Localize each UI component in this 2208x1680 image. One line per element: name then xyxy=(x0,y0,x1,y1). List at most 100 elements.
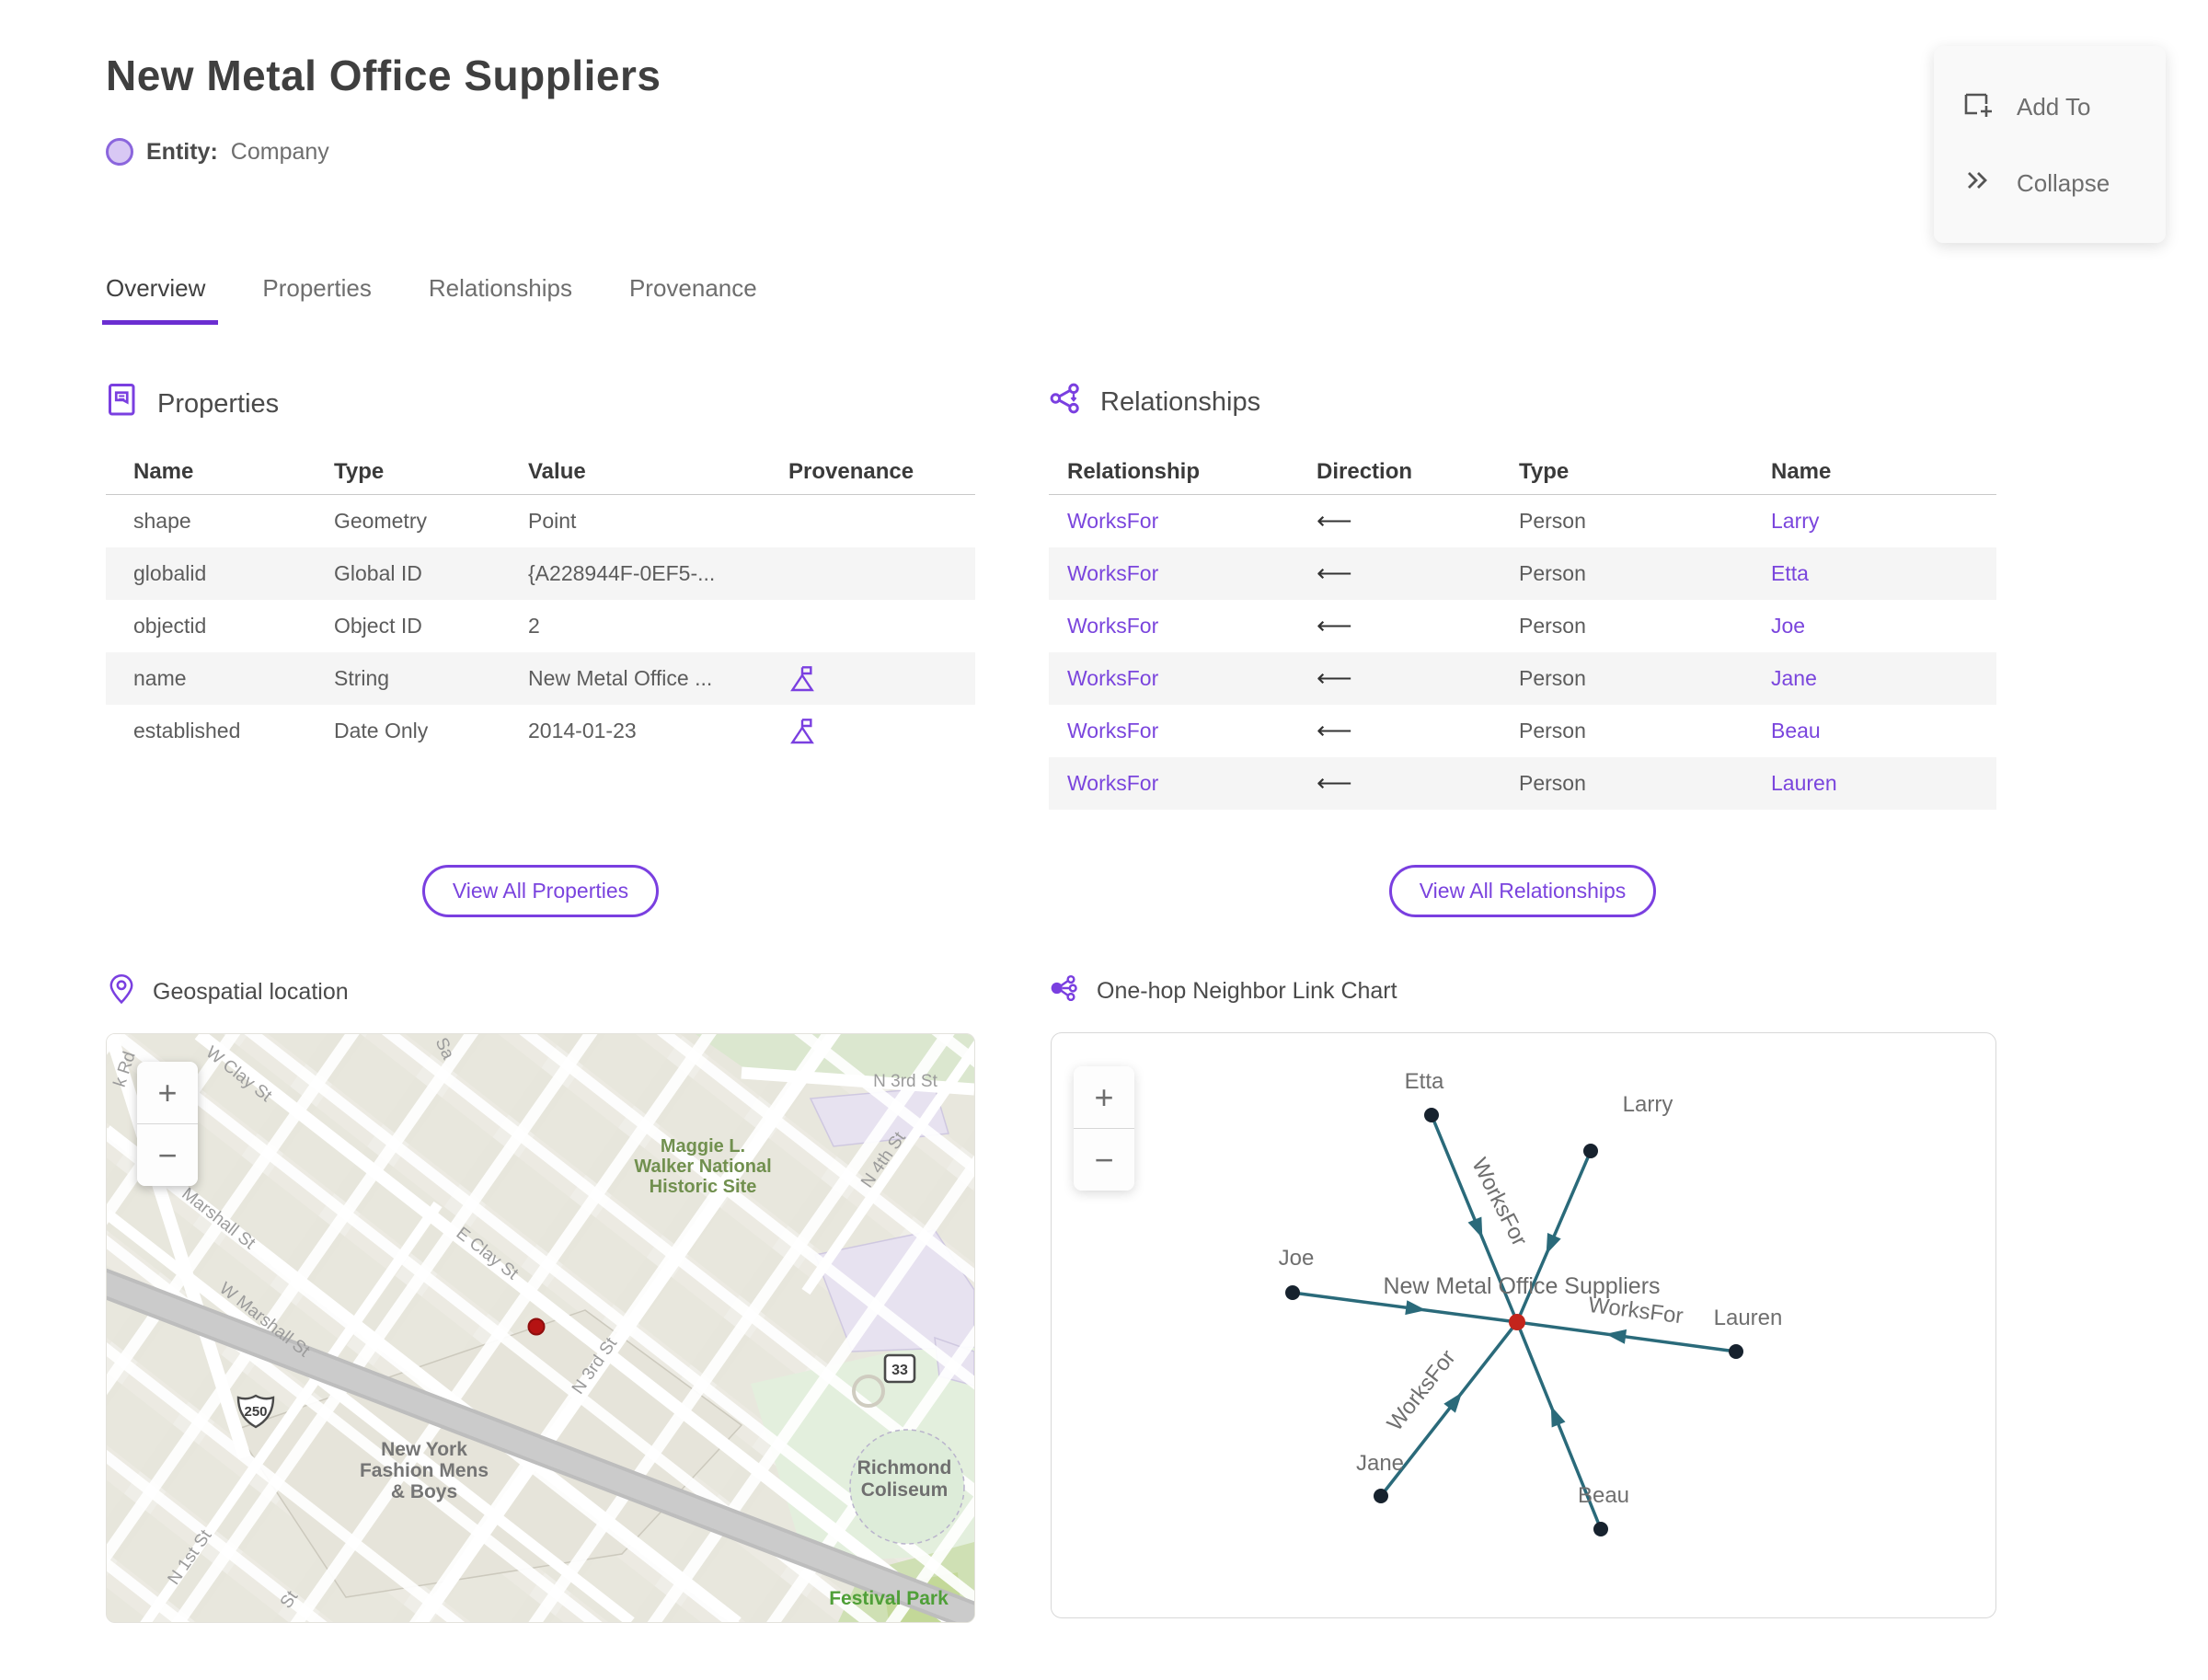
properties-col-name: Name xyxy=(133,458,194,484)
relationships-section-header: Relationships xyxy=(1049,382,1260,422)
svg-text:Festival Park: Festival Park xyxy=(829,1588,949,1609)
provenance-flag-icon[interactable] xyxy=(788,717,975,746)
property-cell: Point xyxy=(528,509,577,533)
edge-arrowhead xyxy=(1546,1233,1561,1255)
link-chart[interactable]: WorksFor WorksFor WorksFor Etta Larry Joe Laur… xyxy=(1051,1032,1996,1618)
properties-section-header: Properties xyxy=(106,382,279,426)
entity-location-marker[interactable] xyxy=(527,1318,546,1336)
svg-text:Maggie L.: Maggie L. xyxy=(661,1136,745,1156)
geospatial-section-title: Geospatial location xyxy=(153,979,349,1005)
related-entity-type: Person xyxy=(1519,771,1586,795)
related-entity-link[interactable]: Lauren xyxy=(1771,771,1996,796)
relationships-col-name: Name xyxy=(1771,458,1832,484)
relationship-row-jane: WorksFor ⟵ Person Jane xyxy=(1049,652,1996,705)
view-all-relationships-button[interactable]: View All Relationships xyxy=(1388,865,1657,917)
direction-arrow: ⟵ xyxy=(1317,769,1352,797)
properties-col-value: Value xyxy=(528,458,586,484)
property-cell: shape xyxy=(133,509,191,533)
graph-node-label: Lauren xyxy=(1714,1306,1783,1330)
map-canvas: W Clay StMarshall StW Marshall StE Clay … xyxy=(107,1034,974,1622)
svg-text:250: 250 xyxy=(244,1404,267,1420)
relationship-type-link[interactable]: WorksFor xyxy=(1067,719,1317,743)
property-cell: String xyxy=(334,666,390,690)
graph-center-node[interactable] xyxy=(1509,1314,1525,1330)
relationship-type-link[interactable]: WorksFor xyxy=(1067,509,1317,534)
tab-properties[interactable]: Properties xyxy=(262,274,372,325)
map-zoom-out-button[interactable]: − xyxy=(137,1124,198,1186)
property-row-shape: shape Geometry Point xyxy=(106,495,975,547)
geospatial-map[interactable]: W Clay St Marshall St W Marshall St E Clay … xyxy=(106,1033,975,1623)
add-to-label: Add To xyxy=(2017,93,2091,121)
relationships-icon xyxy=(1049,382,1082,422)
property-cell: 2014-01-23 xyxy=(528,719,637,742)
place-label: Festival Park xyxy=(829,1588,949,1609)
related-entity-link[interactable]: Etta xyxy=(1771,561,1996,586)
properties-col-type: Type xyxy=(334,458,385,484)
chart-zoom-out-button[interactable]: − xyxy=(1074,1129,1134,1191)
relationship-type-link[interactable]: WorksFor xyxy=(1067,771,1317,796)
tab-provenance[interactable]: Provenance xyxy=(629,274,757,325)
tab-overview[interactable]: Overview xyxy=(101,274,219,325)
tab-relationships[interactable]: Relationships xyxy=(429,274,572,325)
entity-type-dot-icon xyxy=(106,138,133,166)
graph-node-label: Joe xyxy=(1279,1246,1315,1271)
view-all-properties-button[interactable]: View All Properties xyxy=(421,865,660,917)
map-zoom-control: + − xyxy=(137,1062,198,1186)
chart-zoom-in-button[interactable]: + xyxy=(1074,1066,1134,1128)
link-chart-icon xyxy=(1049,973,1078,1009)
graph-node-label: Larry xyxy=(1623,1092,1673,1117)
related-entity-link[interactable]: Beau xyxy=(1771,719,1996,743)
graph-node-lauren[interactable] xyxy=(1729,1344,1743,1359)
property-cell: {A228944F-0EF5-... xyxy=(528,561,716,585)
graph-node-beau[interactable] xyxy=(1593,1522,1608,1536)
graph-node-larry[interactable] xyxy=(1583,1144,1598,1158)
collapse-button[interactable]: Collapse xyxy=(1934,146,2166,221)
svg-text:Coliseum: Coliseum xyxy=(861,1479,949,1501)
related-entity-link[interactable]: Jane xyxy=(1771,666,1996,691)
properties-table: Name Type Value Provenance shape Geometry Poin… xyxy=(106,449,975,757)
property-cell: globalid xyxy=(133,561,207,585)
svg-text:& Boys: & Boys xyxy=(391,1481,457,1502)
graph-node-etta[interactable] xyxy=(1424,1108,1439,1122)
graph-node-joe[interactable] xyxy=(1285,1285,1300,1300)
place-label: RichmondColiseum xyxy=(857,1457,952,1501)
chart-zoom-control: + − xyxy=(1074,1066,1134,1191)
entity-overview-page: New Metal Office Suppliers Entity: Compa… xyxy=(0,0,2208,1680)
graph-edge xyxy=(1516,1320,1737,1353)
related-entity-link[interactable]: Larry xyxy=(1771,509,1996,534)
relationship-type-link[interactable]: WorksFor xyxy=(1067,666,1317,691)
property-cell: New Metal Office ... xyxy=(528,666,713,690)
property-cell: Date Only xyxy=(334,719,429,742)
geospatial-section-header: Geospatial location xyxy=(109,973,349,1011)
properties-col-provenance: Provenance xyxy=(788,458,914,484)
linkchart-section-header: One-hop Neighbor Link Chart xyxy=(1049,973,1397,1009)
property-row-globalid: globalid Global ID {A228944F-0EF5-... xyxy=(106,547,975,600)
map-zoom-in-button[interactable]: + xyxy=(137,1062,198,1123)
street-label: N 3rd St xyxy=(873,1072,937,1091)
add-to-button[interactable]: Add To xyxy=(1934,68,2166,146)
property-row-name: name String New Metal Office ... xyxy=(106,652,975,705)
property-row-established: established Date Only 2014-01-23 xyxy=(106,705,975,757)
relationship-row-larry: WorksFor ⟵ Person Larry xyxy=(1049,495,1996,547)
relationship-type-link[interactable]: WorksFor xyxy=(1067,614,1317,639)
relationship-type-link[interactable]: WorksFor xyxy=(1067,561,1317,586)
svg-text:Richmond: Richmond xyxy=(857,1457,952,1479)
related-entity-link[interactable]: Joe xyxy=(1771,614,1996,639)
provenance-flag-icon[interactable] xyxy=(788,664,975,694)
related-entity-type: Person xyxy=(1519,509,1586,533)
property-cell: objectid xyxy=(133,614,207,638)
edge-label: WorksFor xyxy=(1466,1154,1532,1250)
entity-type-value: Company xyxy=(230,138,329,165)
entity-row: Entity: Company xyxy=(106,138,329,166)
edge-label: WorksFor xyxy=(1383,1345,1461,1435)
edge-arrowhead xyxy=(1550,1406,1566,1428)
direction-arrow: ⟵ xyxy=(1317,717,1352,744)
property-cell: Object ID xyxy=(334,614,422,638)
graph-node-label: Beau xyxy=(1578,1483,1629,1508)
relationship-row-lauren: WorksFor ⟵ Person Lauren xyxy=(1049,757,1996,810)
graph-node-jane[interactable] xyxy=(1374,1489,1388,1503)
svg-text:Historic Site: Historic Site xyxy=(650,1177,757,1197)
graph-center-label: New Metal Office Suppliers xyxy=(1383,1273,1660,1299)
svg-text:Fashion Mens: Fashion Mens xyxy=(360,1460,489,1481)
svg-text:33: 33 xyxy=(891,1363,908,1378)
